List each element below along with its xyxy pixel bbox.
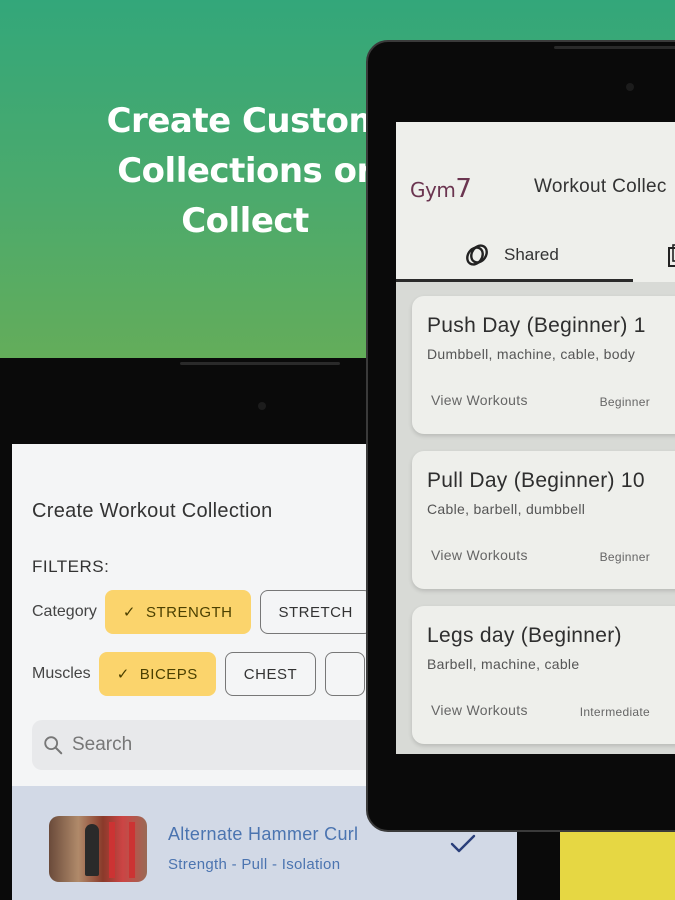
chip-label: STRENGTH bbox=[146, 603, 233, 621]
promo-headline: Create Custom Collections or Collect bbox=[95, 96, 395, 246]
search-icon bbox=[44, 736, 63, 755]
gym7-logo: Gym7 bbox=[410, 174, 472, 204]
headline-line-1: Create Custom bbox=[106, 101, 384, 141]
logo-number: 7 bbox=[455, 174, 472, 204]
level-badge: Beginner bbox=[599, 550, 650, 564]
camera-lens bbox=[626, 83, 634, 91]
logo-text: Gym bbox=[410, 178, 456, 202]
chip-label: STRETCH bbox=[278, 603, 353, 621]
collection-card[interactable]: Legs day (Beginner) Barbell, machine, ca… bbox=[412, 606, 675, 744]
level-badge: Beginner bbox=[599, 395, 650, 409]
chip-next[interactable] bbox=[325, 652, 366, 696]
view-workouts-button[interactable]: View Workouts bbox=[431, 547, 528, 563]
speaker-grille bbox=[180, 362, 340, 365]
exercise-name: Alternate Hammer Curl bbox=[168, 824, 359, 844]
collection-card[interactable]: Push Day (Beginner) 1 Dumbbell, machine,… bbox=[412, 296, 675, 434]
category-filter-row: Category ✓ STRENGTH STRETCH bbox=[32, 590, 381, 634]
filters-heading: FILTERS: bbox=[32, 557, 110, 576]
thumb-rack bbox=[109, 822, 115, 878]
tab-label: Shared bbox=[504, 245, 559, 264]
view-workouts-button[interactable]: View Workouts bbox=[431, 702, 528, 718]
chip-strength[interactable]: ✓ STRENGTH bbox=[104, 590, 251, 634]
muscles-filter-row: Muscles ✓ BICEPS CHEST bbox=[32, 652, 374, 696]
check-icon: ✓ bbox=[122, 604, 136, 621]
collection-equipment: Barbell, machine, cable bbox=[427, 656, 580, 672]
exercise-tags: Strength - Pull - Isolation bbox=[168, 856, 341, 873]
collection-name: Push Day (Beginner) 1 bbox=[427, 314, 646, 337]
collection-name: Pull Day (Beginner) 10 bbox=[427, 469, 645, 492]
collection-equipment: Dumbbell, machine, cable, body bbox=[427, 346, 636, 362]
camera-lens bbox=[258, 402, 266, 410]
speaker-grille bbox=[554, 46, 675, 49]
collection-equipment: Cable, barbell, dumbbell bbox=[427, 501, 586, 517]
page-title: Workout Collec bbox=[534, 176, 667, 197]
library-icon[interactable] bbox=[668, 244, 675, 268]
chip-label: CHEST bbox=[243, 665, 298, 683]
collection-card[interactable]: Pull Day (Beginner) 10 Cable, barbell, d… bbox=[412, 451, 675, 589]
exercise-thumbnail bbox=[49, 816, 147, 882]
headline-line-3: Collect bbox=[181, 201, 309, 241]
promo-accent-block bbox=[545, 830, 675, 900]
view-workouts-button[interactable]: View Workouts bbox=[431, 392, 528, 408]
level-badge: Intermediate bbox=[579, 705, 650, 719]
tab-shared[interactable]: Shared bbox=[464, 242, 559, 268]
thumb-person bbox=[85, 824, 99, 876]
tab-bar: Shared bbox=[396, 232, 675, 282]
page-title: Create Workout Collection bbox=[32, 500, 273, 522]
muscles-label: Muscles bbox=[32, 665, 91, 682]
check-icon[interactable] bbox=[449, 832, 477, 856]
search-input[interactable]: Search bbox=[32, 720, 392, 770]
chip-biceps[interactable]: ✓ BICEPS bbox=[98, 652, 216, 696]
search-placeholder: Search bbox=[72, 734, 133, 755]
headline-line-2: Collections or bbox=[117, 151, 373, 191]
chip-stretch[interactable]: STRETCH bbox=[259, 590, 372, 634]
workout-collections-screen: Gym7 Workout Collec Shared Push Day (Beg… bbox=[396, 122, 675, 754]
collection-list: Push Day (Beginner) 1 Dumbbell, machine,… bbox=[396, 282, 675, 754]
category-label: Category bbox=[32, 603, 97, 620]
thumb-rack bbox=[129, 822, 135, 878]
collection-name: Legs day (Beginner) bbox=[427, 624, 622, 647]
chip-chest[interactable]: CHEST bbox=[224, 652, 317, 696]
check-icon: ✓ bbox=[116, 666, 130, 683]
rings-icon bbox=[466, 244, 488, 266]
chip-label: BICEPS bbox=[139, 665, 198, 683]
tablet-right: Gym7 Workout Collec Shared Push Day (Beg… bbox=[366, 40, 675, 832]
